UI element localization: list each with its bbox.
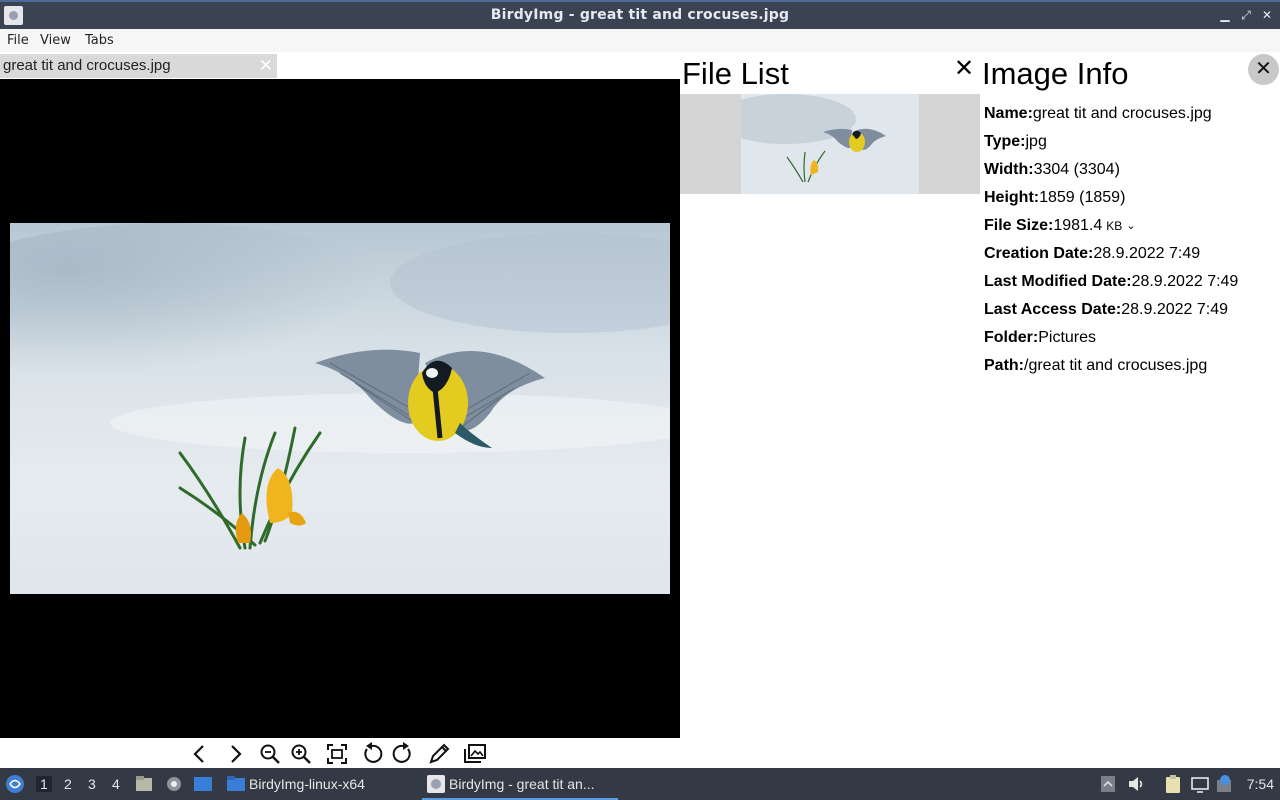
rotate-right-icon xyxy=(392,742,411,763)
chevron-left-icon xyxy=(193,745,204,763)
zoom-out-button[interactable] xyxy=(257,741,283,767)
info-width: Width:3304 (3304) xyxy=(984,161,1120,178)
thumbnail-image xyxy=(741,94,919,194)
taskbar: 1 2 3 4 BirdyImg-linux-x64 BirdyImg - gr… xyxy=(0,768,1280,800)
tray-updates-icon[interactable] xyxy=(1098,774,1118,794)
fit-screen-icon xyxy=(327,744,347,764)
birdyimg-app-icon xyxy=(427,775,445,793)
image-viewer[interactable] xyxy=(0,79,680,738)
info-file-size: File Size:1981.4 KB ⌄ xyxy=(984,217,1136,234)
rotate-right-button[interactable] xyxy=(390,741,416,767)
clock[interactable]: 7:54 xyxy=(1247,776,1274,792)
file-list-item[interactable] xyxy=(680,94,980,194)
task-birdyimg-folder[interactable]: BirdyImg-linux-x64 xyxy=(222,768,418,800)
menu-file[interactable]: File xyxy=(7,33,29,48)
workspace-1[interactable]: 1 xyxy=(36,776,52,792)
fit-screen-button[interactable] xyxy=(324,741,350,767)
info-creation-date: Creation Date:28.9.2022 7:49 xyxy=(984,245,1201,262)
menu-tabs[interactable]: Tabs xyxy=(85,33,114,48)
next-image-button[interactable] xyxy=(222,741,248,767)
chevron-right-icon xyxy=(231,745,242,763)
settings-icon[interactable] xyxy=(164,774,184,794)
window-title: BirdyImg - great tit and crocuses.jpg xyxy=(490,7,790,23)
viewer-toolbar xyxy=(0,738,680,768)
info-modified-date: Last Modified Date:28.9.2022 7:49 xyxy=(984,273,1239,290)
info-height: Height:1859 (1859) xyxy=(984,189,1126,206)
workspace-3[interactable]: 3 xyxy=(88,776,96,792)
notification-icon[interactable] xyxy=(1216,774,1236,794)
close-window-button[interactable]: ✕ xyxy=(1258,6,1276,24)
previous-image-button[interactable] xyxy=(187,741,213,767)
info-folder: Folder:Pictures xyxy=(984,329,1097,346)
file-manager-icon[interactable] xyxy=(134,774,154,794)
info-type: Type:jpg xyxy=(984,133,1047,150)
file-list-title: File List xyxy=(682,56,789,91)
task-birdyimg-window[interactable]: BirdyImg - great tit an... xyxy=(422,768,618,800)
info-name: Name:great tit and crocuses.jpg xyxy=(984,105,1212,122)
gallery-icon xyxy=(464,744,486,763)
start-menu-icon[interactable] xyxy=(5,774,25,794)
edit-button[interactable] xyxy=(426,741,452,767)
tab-close-button[interactable]: ✕ xyxy=(259,56,273,76)
menu-view[interactable]: View xyxy=(40,33,71,48)
zoom-in-icon xyxy=(291,744,311,764)
volume-icon[interactable] xyxy=(1126,774,1146,794)
rotate-left-icon xyxy=(364,742,383,763)
main-photo xyxy=(10,223,670,594)
minimize-button[interactable]: ▁ xyxy=(1216,6,1234,24)
desktop-icon[interactable] xyxy=(193,774,213,794)
menu-bar: File View Tabs xyxy=(0,29,1280,52)
file-size-unit-select[interactable]: KB ⌄ xyxy=(1106,219,1135,233)
clipboard-icon[interactable] xyxy=(1163,774,1183,794)
info-path: Path:/great tit and crocuses.jpg xyxy=(984,357,1208,374)
network-icon[interactable] xyxy=(1190,774,1210,794)
rotate-left-button[interactable] xyxy=(359,741,385,767)
pencil-icon xyxy=(429,743,450,764)
maximize-button[interactable]: ⤢ xyxy=(1237,6,1255,24)
image-info-title: Image Info xyxy=(982,56,1129,91)
file-list-close-button[interactable]: ✕ xyxy=(953,57,975,81)
title-bar: BirdyImg - great tit and crocuses.jpg ▁ … xyxy=(0,0,1280,29)
chevron-down-icon: ⌄ xyxy=(1126,220,1136,232)
info-access-date: Last Access Date:28.9.2022 7:49 xyxy=(984,301,1229,318)
image-tab[interactable]: great tit and crocuses.jpg ✕ xyxy=(0,54,277,78)
folder-icon xyxy=(227,776,245,791)
workspace-2[interactable]: 2 xyxy=(64,776,72,792)
workspace-4[interactable]: 4 xyxy=(112,776,120,792)
zoom-in-button[interactable] xyxy=(288,741,314,767)
image-info-close-button[interactable]: ✕ xyxy=(1248,54,1279,85)
zoom-out-icon xyxy=(260,744,280,764)
gallery-button[interactable] xyxy=(462,741,488,767)
tab-label: great tit and crocuses.jpg xyxy=(3,57,171,74)
